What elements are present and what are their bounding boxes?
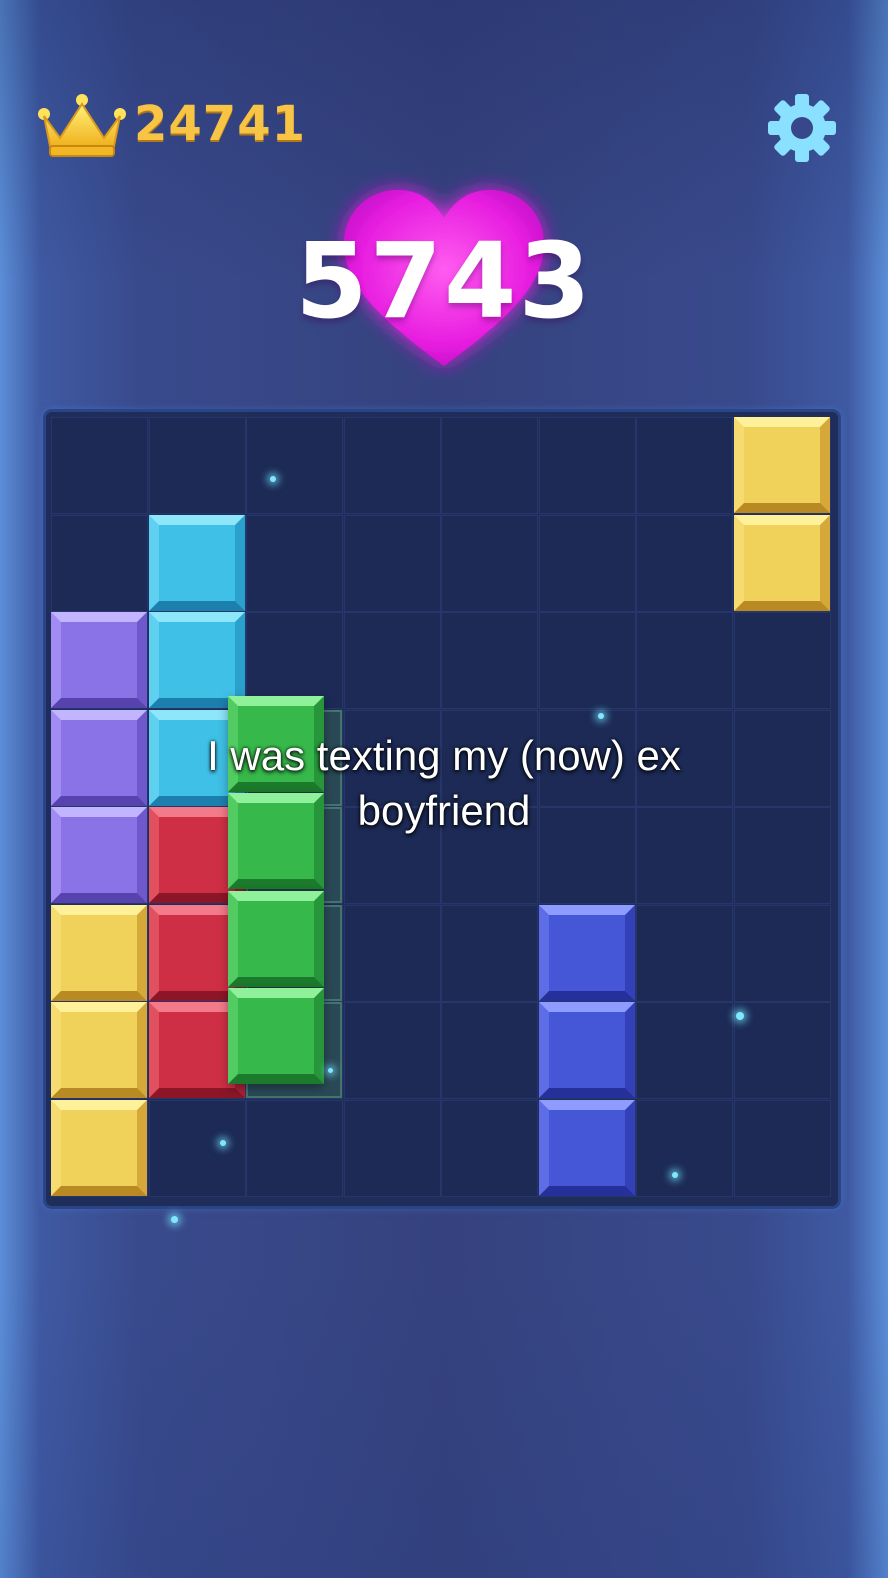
board-cell[interactable] xyxy=(246,514,343,612)
sparkle xyxy=(270,476,276,482)
block-yellow xyxy=(733,514,830,611)
board-cell[interactable] xyxy=(441,1099,538,1197)
board-cell[interactable] xyxy=(343,612,441,709)
current-score: 5743 xyxy=(295,220,593,342)
sparkle xyxy=(171,1216,178,1223)
board-cell[interactable] xyxy=(246,612,343,709)
block-purple xyxy=(51,612,147,708)
block-yellow xyxy=(51,904,147,1001)
top-bar: 24741 xyxy=(0,0,888,170)
best-score: 24741 xyxy=(134,96,306,152)
caption: I was texting my (now) ex boyfriend xyxy=(100,728,788,838)
board-cell[interactable] xyxy=(441,904,538,1002)
sparkle xyxy=(672,1172,678,1178)
gear-icon[interactable] xyxy=(766,92,838,164)
board-cell[interactable] xyxy=(538,514,636,612)
board-cell[interactable] xyxy=(441,1002,538,1099)
board-cell[interactable] xyxy=(51,514,148,612)
caption-line-1: I was texting my (now) ex xyxy=(207,732,681,779)
board-cell[interactable] xyxy=(636,612,733,709)
block-yellow xyxy=(733,417,830,513)
board-cell[interactable] xyxy=(636,514,733,612)
board-cell[interactable] xyxy=(246,417,343,514)
block-cyan xyxy=(148,514,245,611)
block-cyan xyxy=(148,612,245,708)
board-cell[interactable] xyxy=(538,417,636,514)
board-cell[interactable] xyxy=(51,417,148,514)
board-cell[interactable] xyxy=(733,1002,831,1099)
board-cell[interactable] xyxy=(343,1099,441,1197)
board-cell[interactable] xyxy=(148,1099,246,1197)
board-cell[interactable] xyxy=(441,417,538,514)
board-cell[interactable] xyxy=(343,1002,441,1099)
board-cell[interactable] xyxy=(441,612,538,709)
caption-line-2: boyfriend xyxy=(357,787,531,834)
board-cell[interactable] xyxy=(343,514,441,612)
score-display: 5743 xyxy=(244,170,644,380)
block-blue xyxy=(538,1002,635,1098)
sparkle xyxy=(328,1068,333,1073)
board-cell[interactable] xyxy=(246,1099,343,1197)
crown-icon xyxy=(38,94,126,157)
sparkle xyxy=(598,713,604,719)
board-cell[interactable] xyxy=(343,904,441,1002)
board-cell[interactable] xyxy=(733,1099,831,1197)
board-cell[interactable] xyxy=(636,417,733,514)
board-cell[interactable] xyxy=(636,1002,733,1099)
board-cell[interactable] xyxy=(636,1099,733,1197)
sparkle xyxy=(736,1012,744,1020)
board-cell[interactable] xyxy=(441,514,538,612)
board-cell[interactable] xyxy=(148,417,246,514)
board-cell[interactable] xyxy=(538,612,636,709)
sparkle xyxy=(220,1140,226,1146)
block-blue xyxy=(538,1099,635,1196)
board-cell[interactable] xyxy=(343,417,441,514)
block-blue xyxy=(538,904,635,1001)
board-cell[interactable] xyxy=(733,612,831,709)
board-cell[interactable] xyxy=(636,904,733,1002)
board-cell[interactable] xyxy=(733,904,831,1002)
dragged-piece-green[interactable] xyxy=(228,890,324,987)
block-yellow xyxy=(51,1099,147,1196)
block-yellow xyxy=(51,1002,147,1098)
dragged-piece-green[interactable] xyxy=(228,988,324,1084)
